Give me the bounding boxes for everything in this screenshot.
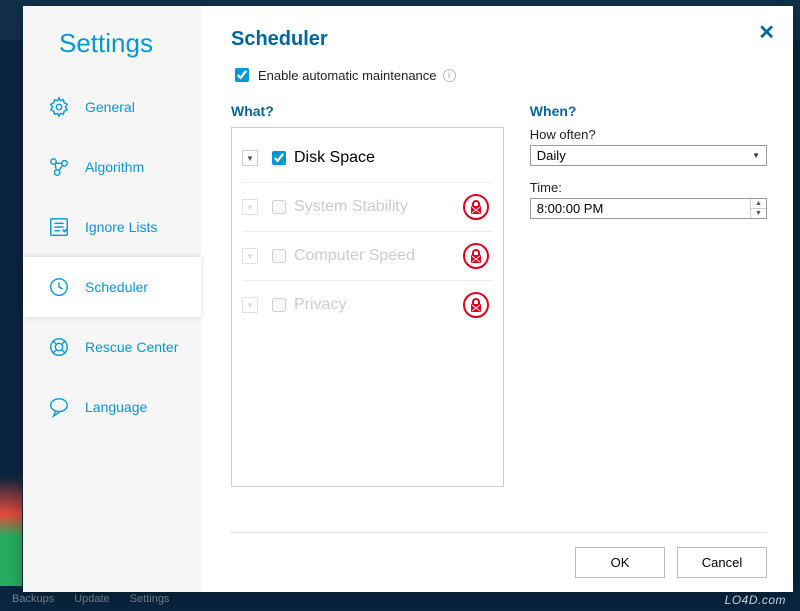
spinner-up[interactable]: ▲: [751, 199, 766, 209]
when-title: When?: [530, 103, 767, 119]
lock-icon[interactable]: [463, 243, 489, 269]
lifebuoy-icon: [47, 335, 71, 359]
how-often-select[interactable]: Daily ▼: [530, 145, 767, 166]
background-accent: [0, 476, 22, 586]
main-panel: ✕ Scheduler Enable automatic maintenance…: [201, 6, 793, 592]
what-row-system-stability: ▼ System Stability: [242, 183, 493, 232]
time-spinner: ▲ ▼: [750, 199, 766, 218]
enable-maintenance-checkbox[interactable]: [235, 68, 249, 82]
what-column: What? ▼ Disk Space ▼ System Stability: [231, 103, 504, 524]
chevron-down-icon: ▼: [752, 151, 760, 160]
sidebar-item-label: Ignore Lists: [85, 219, 157, 235]
sidebar-item-label: Algorithm: [85, 159, 144, 175]
lock-icon[interactable]: [463, 194, 489, 220]
list-check-icon: [47, 215, 71, 239]
dialog-footer: OK Cancel: [231, 532, 767, 592]
sidebar-item-general[interactable]: General: [23, 77, 201, 137]
sidebar-item-ignore-lists[interactable]: Ignore Lists: [23, 197, 201, 257]
clock-icon: [47, 275, 71, 299]
how-often-label: How often?: [530, 127, 767, 142]
sidebar-item-label: General: [85, 99, 135, 115]
when-column: When? How often? Daily ▼ Time: 8:00:00 P…: [530, 103, 767, 524]
sidebar-item-label: Scheduler: [85, 279, 148, 295]
speech-icon: [47, 395, 71, 419]
what-checkbox-computer-speed: [272, 249, 286, 263]
sidebar-item-scheduler[interactable]: Scheduler: [23, 257, 201, 317]
enable-maintenance-row: Enable automatic maintenance i: [231, 65, 767, 85]
what-title: What?: [231, 103, 504, 119]
disclosure-button[interactable]: ▼: [242, 199, 258, 215]
what-row-privacy: ▼ Privacy: [242, 281, 493, 329]
what-label: Disk Space: [294, 149, 375, 167]
close-button[interactable]: ✕: [758, 20, 775, 45]
what-label: Computer Speed: [294, 247, 415, 265]
what-label: System Stability: [294, 198, 408, 216]
what-row-disk-space: ▼ Disk Space: [242, 134, 493, 183]
time-label: Time:: [530, 180, 767, 195]
info-icon[interactable]: i: [443, 69, 456, 82]
what-checkbox-disk-space[interactable]: [272, 151, 286, 165]
what-checkbox-privacy: [272, 298, 286, 312]
what-checkbox-system-stability: [272, 200, 286, 214]
time-input-wrapper: 8:00:00 PM ▲ ▼: [530, 198, 767, 219]
spinner-down[interactable]: ▼: [751, 209, 766, 218]
time-input[interactable]: 8:00:00 PM: [531, 199, 750, 218]
how-often-value: Daily: [537, 148, 566, 163]
sidebar-title: Settings: [23, 28, 201, 77]
cancel-button[interactable]: Cancel: [677, 547, 767, 578]
what-list-box: ▼ Disk Space ▼ System Stability ▼: [231, 127, 504, 487]
what-row-computer-speed: ▼ Computer Speed: [242, 232, 493, 281]
watermark: LO4D.com: [725, 593, 786, 607]
sidebar-item-algorithm[interactable]: Algorithm: [23, 137, 201, 197]
disclosure-button[interactable]: ▼: [242, 297, 258, 313]
ok-button[interactable]: OK: [575, 547, 665, 578]
sidebar-item-label: Language: [85, 399, 147, 415]
disclosure-button[interactable]: ▼: [242, 248, 258, 264]
settings-dialog: Settings General Algorithm Ignore Lists …: [23, 6, 793, 592]
enable-maintenance-label: Enable automatic maintenance: [258, 68, 437, 83]
settings-sidebar: Settings General Algorithm Ignore Lists …: [23, 6, 201, 592]
columns: What? ▼ Disk Space ▼ System Stability: [231, 103, 767, 524]
sidebar-item-rescue-center[interactable]: Rescue Center: [23, 317, 201, 377]
gear-icon: [47, 95, 71, 119]
sidebar-item-label: Rescue Center: [85, 339, 178, 355]
page-title: Scheduler: [231, 28, 767, 51]
sidebar-item-language[interactable]: Language: [23, 377, 201, 437]
what-label: Privacy: [294, 296, 346, 314]
nodes-icon: [47, 155, 71, 179]
disclosure-button[interactable]: ▼: [242, 150, 258, 166]
lock-icon[interactable]: [463, 292, 489, 318]
